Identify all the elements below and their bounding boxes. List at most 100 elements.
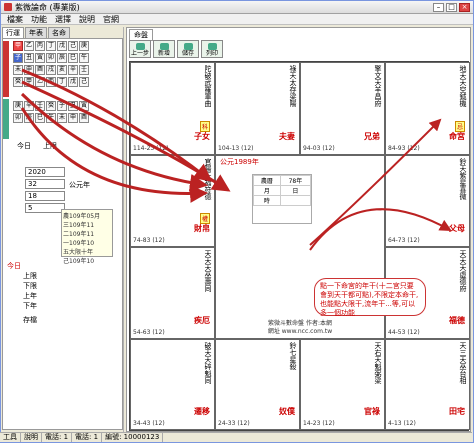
palace-cell[interactable]: 祿天太存梁陽 夫妻 104-13 (12): [215, 62, 300, 155]
menu-file[interactable]: 檔案: [3, 14, 27, 24]
stem-chip[interactable]: 巳: [35, 113, 45, 123]
stem-chip[interactable]: 己: [68, 41, 78, 51]
radio-option[interactable]: 下年: [23, 301, 37, 311]
palace-ages: 14-23 (12): [303, 420, 335, 427]
stem-chip[interactable]: 甲: [13, 41, 23, 51]
stem-chip[interactable]: 戊: [57, 41, 67, 51]
footer-line: 紫微斗數命盤 作者:本網: [268, 320, 332, 327]
date-cell: 日: [279, 185, 312, 196]
stem-chip[interactable]: 庚: [79, 41, 89, 51]
palace-name: 兄弟: [364, 132, 380, 141]
palace-stars: 擎文天羊昌府: [374, 65, 382, 107]
date-popup: 農109年05月 三109年11 二109年11 一109年10 五大限十年 己…: [61, 209, 113, 265]
stem-chip[interactable]: 辰: [24, 113, 34, 123]
stem-chip[interactable]: 未: [57, 113, 67, 123]
popup-line: 五大限十年: [63, 249, 94, 256]
branch-chip[interactable]: 未: [13, 65, 23, 75]
palace-cell[interactable]: 天右天魁弼梁 官祿 14-23 (12): [300, 339, 385, 430]
stem-chip[interactable]: 庚: [13, 101, 23, 111]
palace-ages: 44-53 (12): [388, 329, 420, 336]
radio-option[interactable]: 下限: [23, 281, 37, 291]
palace-cell[interactable]: 鈴天紫星喜微 父母 64-73 (12): [385, 155, 470, 247]
stem-chip[interactable]: 甲: [24, 77, 34, 87]
tab-mingming[interactable]: 名命: [48, 27, 70, 38]
tip-callout: 點一下命宮的年干(十二宮只要會到天干都可點),不限定本命干,也能點大限干,流年干…: [314, 278, 426, 317]
branch-chip[interactable]: 寅: [35, 53, 45, 63]
palace-name: 疾厄: [194, 316, 210, 325]
popup-line: 三109年11: [63, 222, 95, 229]
palace-cell[interactable]: 陀破武羅軍曲 科 子女 114-23 (12): [130, 62, 215, 155]
stem-chip[interactable]: 乙: [35, 77, 45, 87]
maximize-button[interactable]: □: [446, 2, 457, 12]
radio-label-2[interactable]: 上限: [43, 141, 57, 151]
toolbar-button-save[interactable]: 儲存: [177, 40, 199, 58]
day-input[interactable]: 18: [25, 191, 65, 201]
branch-chip[interactable]: 午: [79, 53, 89, 63]
palace-cell[interactable]: 破天天碎魁同 遷移 34-43 (12): [130, 339, 215, 430]
month-input[interactable]: 32: [25, 179, 65, 189]
toolbar-button-new[interactable]: 新增: [153, 40, 175, 58]
menu-help[interactable]: 說明: [75, 14, 99, 24]
stem-chip[interactable]: 丙: [35, 41, 45, 51]
stem-chip[interactable]: 卯: [13, 113, 23, 123]
palace-cell[interactable]: 鈴七星殺 奴僕 24-33 (12): [215, 339, 300, 430]
palace-cell[interactable]: 天三天巫台相 田宅 4-13 (12): [385, 339, 470, 430]
palace-cell[interactable]: 官陽天福符德 權 財帛 74-83 (12): [130, 155, 215, 247]
stem-chip[interactable]: 癸: [13, 77, 23, 87]
popup-line: 農109年05月: [63, 213, 101, 220]
stem-chip[interactable]: 丁: [57, 77, 67, 87]
branch-chip[interactable]: 酉: [35, 65, 45, 75]
radio-label-1[interactable]: 今日: [17, 141, 31, 151]
branch-chip[interactable]: 子: [13, 53, 23, 63]
menu-bar: 檔案 功能 選擇 說明 官網: [1, 14, 473, 25]
stem-chip[interactable]: 癸: [46, 101, 56, 111]
left-panel-body: 甲乙丙丁戊己庚 子丑寅卯辰巳午 未申酉戌亥辛壬 癸甲乙丙丁戊己 庚辛壬癸子丑寅 …: [2, 38, 123, 430]
palace-cell[interactable]: 擎文天羊昌府 兄弟 94-03 (12): [300, 62, 385, 155]
stem-chip[interactable]: 壬: [35, 101, 45, 111]
tab-xingyun[interactable]: 行運: [2, 27, 24, 38]
center-footer: 紫微斗數命盤 作者:本網 網址 www.ncc.com.tw: [220, 320, 380, 336]
palace-cell[interactable]: 天天天巫壽同 疾厄 54-63 (12): [130, 247, 215, 339]
stem-chip[interactable]: 丙: [46, 77, 56, 87]
minimize-button[interactable]: –: [433, 2, 444, 12]
tab-nianbiao[interactable]: 年表: [25, 27, 47, 38]
stem-chip[interactable]: 寅: [79, 101, 89, 111]
stem-chip[interactable]: 子: [57, 101, 67, 111]
toolbar-button-print[interactable]: 列印: [201, 40, 223, 58]
toolbar-button-prev[interactable]: 上一步: [129, 40, 151, 58]
palace-stars: 天三天巫台相: [459, 342, 467, 384]
stem-chip[interactable]: 申: [68, 113, 78, 123]
radio-option[interactable]: 上年: [23, 291, 37, 301]
radio-option[interactable]: 上限: [23, 271, 37, 281]
branch-chip[interactable]: 辛: [68, 65, 78, 75]
menu-site[interactable]: 官網: [99, 14, 123, 24]
branch-chip[interactable]: 戌: [46, 65, 56, 75]
branch-chip[interactable]: 壬: [79, 65, 89, 75]
hour-input[interactable]: 5: [25, 203, 65, 213]
branch-chip[interactable]: 亥: [57, 65, 67, 75]
branch-chip[interactable]: 辰: [57, 53, 67, 63]
save-button[interactable]: 存檔: [23, 315, 37, 325]
stem-chip[interactable]: 午: [46, 113, 56, 123]
close-button[interactable]: ×: [459, 2, 470, 12]
palace-ages: 24-33 (12): [218, 420, 250, 427]
branch-chip[interactable]: 卯: [46, 53, 56, 63]
stem-chip[interactable]: 辛: [24, 101, 34, 111]
menu-function[interactable]: 功能: [27, 14, 51, 24]
date-cell: 月: [253, 185, 281, 196]
stem-chip[interactable]: 丑: [68, 101, 78, 111]
stem-chip[interactable]: 酉: [79, 113, 89, 123]
palace-cell[interactable]: 地天天空鉞機 忌 命宮 84-93 (12): [385, 62, 470, 155]
footer-line: 網址 www.ncc.com.tw: [267, 328, 333, 335]
branch-chip[interactable]: 申: [24, 65, 34, 75]
status-bar: 工具 說明 電話: 1 電話: 1 編號: 10000123: [0, 432, 472, 442]
left-panel: 行運 年表 名命 甲乙丙丁戊己庚 子丑寅卯辰巳午 未申酉戌亥辛壬 癸甲乙丙丁戊己…: [2, 27, 124, 432]
branch-chip[interactable]: 丑: [24, 53, 34, 63]
menu-select[interactable]: 選擇: [51, 14, 75, 24]
year-input[interactable]: 2020: [25, 167, 65, 177]
stem-chip[interactable]: 丁: [46, 41, 56, 51]
stem-chip[interactable]: 戊: [68, 77, 78, 87]
stem-chip[interactable]: 己: [79, 77, 89, 87]
stem-chip[interactable]: 乙: [24, 41, 34, 51]
branch-chip[interactable]: 巳: [68, 53, 78, 63]
